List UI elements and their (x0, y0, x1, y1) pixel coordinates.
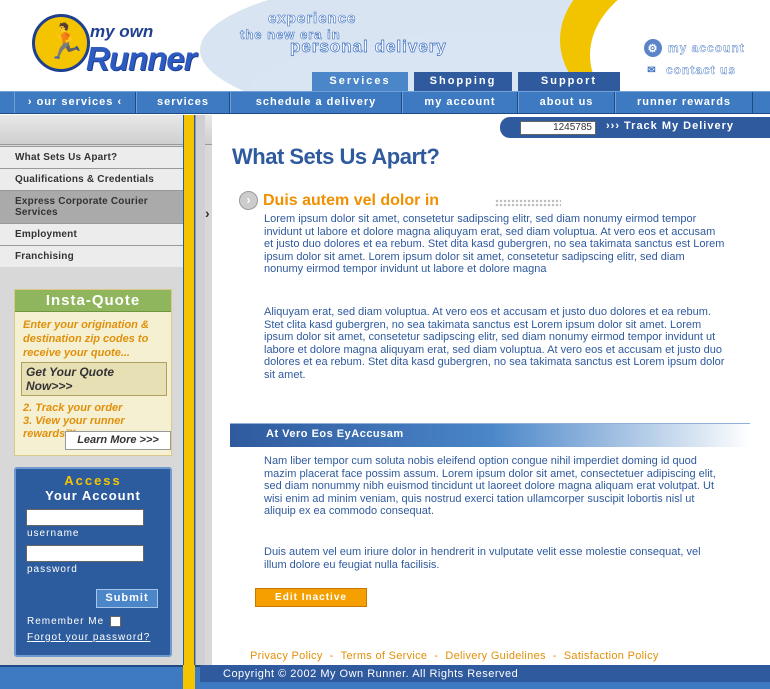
password-label: password (27, 564, 78, 575)
sidebar-item-qualifications[interactable]: Qualifications & Credentials (0, 168, 183, 190)
remember-me: Remember Me (27, 616, 122, 627)
tab-support[interactable]: Support (518, 72, 620, 91)
footer-links: Privacy Policy - Terms of Service - Delivery… (250, 650, 659, 662)
contact-us-label: contact us (666, 63, 737, 77)
sidebar-top-strip (0, 115, 212, 145)
privacy-policy-link[interactable]: Privacy Policy (250, 650, 323, 662)
section-band-title: At Vero Eos EyAccusam (266, 428, 404, 440)
delivery-guidelines-link[interactable]: Delivery Guidelines (445, 650, 545, 662)
username-field[interactable] (26, 509, 144, 526)
my-account-label: my account (668, 41, 745, 55)
insta-quote-box: Insta-Quote Enter your origination & des… (14, 289, 172, 456)
insta-quote-title: Insta-Quote (15, 290, 171, 312)
remember-me-label: Remember Me (27, 616, 105, 627)
body-paragraph: Duis autem vel eum iriure dolor in hendr… (264, 546, 701, 571)
contact-us-link[interactable]: ✉ contact us (644, 63, 736, 77)
gear-icon: ⚙ (644, 39, 662, 57)
track-delivery-link[interactable]: ››› Track My Delivery (606, 120, 734, 132)
tagline-3: personal delivery (290, 37, 447, 57)
envelope-icon: ✉ (644, 64, 660, 76)
site-header: 🏃 my own Runner experience the new era i… (0, 0, 770, 91)
sidebar-item-employment[interactable]: Employment (0, 223, 183, 245)
insta-quote-text: Enter your origination & destination zip… (23, 319, 149, 359)
sidebar-menu: What Sets Us Apart? Qualifications & Cre… (0, 146, 183, 267)
tab-services[interactable]: Services (312, 72, 408, 91)
body-paragraph: Aliquyam erat, sed diam voluptua. At ver… (264, 306, 725, 381)
page-title: What Sets Us Apart? (232, 144, 440, 169)
tracking-number-input[interactable]: 1245785 (520, 121, 596, 135)
learn-more-button[interactable]: Learn More >>> (65, 431, 171, 450)
nav-about-us[interactable]: about us (518, 92, 615, 113)
get-quote-button[interactable]: Get Your Quote Now>>> (21, 362, 167, 396)
access-title: Access (64, 473, 122, 488)
tagline-1: experience (268, 10, 357, 28)
nav-services[interactable]: services (136, 92, 230, 113)
footer-yellow-bar (183, 665, 195, 689)
access-subtitle: Your Account (45, 488, 141, 503)
body-paragraph: Nam liber tempor cum soluta nobis eleife… (264, 455, 716, 518)
copyright-text: Copyright © 2002 My Own Runner. All Righ… (223, 668, 519, 680)
nav-my-account[interactable]: my account (402, 92, 518, 113)
my-account-link[interactable]: ⚙ my account (644, 39, 745, 57)
sidebar-item-express-courier[interactable]: Express Corporate Courier Services (0, 190, 183, 223)
submit-button[interactable]: Submit (96, 589, 158, 608)
terms-of-service-link[interactable]: Terms of Service (341, 650, 428, 662)
footer-separator: - (434, 650, 439, 662)
edit-inactive-button[interactable]: Edit Inactive (255, 588, 367, 607)
sidebar-divider (195, 115, 205, 665)
footer-separator: - (552, 650, 557, 662)
sidebar-item-franchising[interactable]: Franchising (0, 245, 183, 267)
nav-schedule-delivery[interactable]: schedule a delivery (230, 92, 402, 113)
remember-me-checkbox[interactable] (110, 616, 122, 627)
sidebar-yellow-bar (183, 115, 195, 665)
username-label: username (27, 528, 80, 539)
password-field[interactable] (26, 545, 144, 562)
logo-text-top: my own (90, 22, 154, 41)
forgot-password-link[interactable]: Forgot your password? (27, 632, 150, 643)
chevron-right-icon: › (205, 205, 210, 221)
dotted-divider (495, 199, 561, 207)
insta-quote-step-2: 2. Track your order (23, 402, 123, 414)
main-navbar: › our services ‹ services schedule a del… (0, 91, 770, 114)
tab-shopping[interactable]: Shopping (414, 72, 512, 91)
footer-separator: - (329, 650, 334, 662)
sidebar-item-what-sets-us-apart[interactable]: What Sets Us Apart? (0, 146, 183, 168)
section-title: Duis autem vel dolor in (263, 192, 440, 209)
satisfaction-policy-link[interactable]: Satisfaction Policy (564, 650, 659, 662)
body-paragraph: Lorem ipsum dolor sit amet, consetetur s… (264, 213, 725, 276)
logo-text-name[interactable]: Runner (86, 40, 196, 78)
chevron-icon: › (239, 191, 258, 210)
runner-figure-icon: 🏃 (44, 23, 87, 61)
access-account-box: Access Your Account username password Su… (14, 467, 172, 657)
nav-runner-rewards[interactable]: runner rewards (615, 92, 753, 113)
nav-our-services[interactable]: › our services ‹ (14, 92, 136, 113)
